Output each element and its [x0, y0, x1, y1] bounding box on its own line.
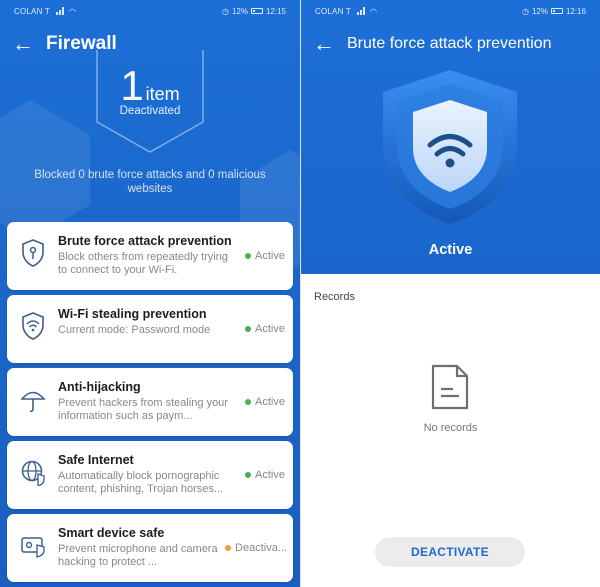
card-title: Brute force attack prevention — [58, 234, 232, 248]
status-label: Active — [255, 396, 285, 408]
empty-document-icon — [431, 364, 469, 410]
clock: 12:16 — [565, 6, 586, 16]
count-status: Deactivated — [119, 105, 181, 117]
status-dot-icon — [245, 472, 252, 478]
status-label: Active — [255, 250, 285, 262]
card-description: Block others from repeatedly trying to c… — [58, 251, 228, 276]
carrier-label: COLAN T — [14, 6, 50, 16]
card-brute-force-attack-prevention[interactable]: Brute force attack prevention Block othe… — [7, 222, 293, 290]
alarm-icon: ◷ — [521, 6, 529, 16]
card-description: Prevent microphone and camera hacking to… — [58, 543, 218, 568]
brute-force-detail-screen: COLAN T ◠ ◷ 12% 12:16 ← Brute force atta… — [301, 0, 600, 587]
status-badge: Active — [245, 469, 285, 481]
deactivate-button[interactable]: DEACTIVATE — [375, 537, 525, 567]
card-title: Anti-hijacking — [58, 380, 141, 394]
records-heading: Records — [314, 291, 355, 303]
umbrella-icon — [21, 391, 45, 413]
signal-icon — [55, 7, 66, 15]
signal-icon — [356, 7, 367, 15]
globe-shield-icon — [21, 460, 45, 486]
wifi-icon: ◠ — [68, 6, 76, 16]
blocked-summary: Blocked 0 brute force attacks and 0 mali… — [34, 169, 266, 195]
count-unit: item — [145, 84, 180, 104]
status-label: Active — [255, 469, 285, 481]
title-bar: ← Brute force attack prevention — [301, 26, 600, 62]
wifi-shield-icon — [383, 70, 517, 224]
card-safe-internet[interactable]: Safe Internet Automatically block pornog… — [7, 441, 293, 509]
card-description: Current mode: Password mode — [58, 324, 211, 336]
status-dot-icon — [245, 326, 252, 332]
card-title: Smart device safe — [58, 526, 165, 540]
status-badge: Active — [245, 396, 285, 408]
status-bar: COLAN T ◠ ◷ 12% 12:15 — [0, 0, 300, 22]
alarm-icon: ◷ — [221, 6, 229, 16]
deactivated-count: 1 item — [0, 62, 300, 110]
wifi-shield-icon — [22, 312, 44, 340]
firewall-screen: COLAN T ◠ ◷ 12% 12:15 ← Firewall 1 item D… — [0, 0, 300, 587]
clock: 12:15 — [265, 6, 286, 16]
status-dot-icon — [245, 253, 252, 259]
status-dot-icon — [225, 545, 232, 551]
status-badge: Deactiva... — [225, 542, 287, 554]
battery-percent: 12% — [231, 6, 248, 16]
device-shield-icon — [21, 537, 45, 558]
battery-icon — [550, 8, 563, 14]
card-anti-hijacking[interactable]: Anti-hijacking Prevent hackers from stea… — [7, 368, 293, 436]
status-bar: COLAN T ◠ ◷ 12% 12:16 — [301, 0, 600, 22]
status-badge: Active — [245, 323, 285, 335]
empty-state-text: No records — [423, 422, 478, 434]
protection-status: Active — [428, 242, 473, 258]
shield-key-icon — [22, 239, 44, 267]
page-title: Brute force attack prevention — [347, 35, 552, 52]
battery-icon — [250, 8, 263, 14]
card-description: Automatically block pornographic content… — [58, 470, 224, 495]
card-title: Safe Internet — [58, 453, 134, 467]
card-smart-device-safe[interactable]: Smart device safe Prevent microphone and… — [7, 514, 293, 582]
card-wifi-stealing-prevention[interactable]: Wi-Fi stealing prevention Current mode: … — [7, 295, 293, 363]
status-label: Active — [255, 323, 285, 335]
battery-percent: 12% — [531, 6, 548, 16]
count-number: 1 — [120, 62, 144, 109]
status-badge: Active — [245, 250, 285, 262]
back-arrow-icon[interactable]: ← — [12, 33, 40, 55]
carrier-label: COLAN T — [315, 6, 351, 16]
wifi-icon: ◠ — [369, 6, 377, 16]
status-dot-icon — [245, 399, 252, 405]
card-description: Prevent hackers from stealing your infor… — [58, 397, 228, 422]
card-title: Wi-Fi stealing prevention — [58, 307, 207, 321]
back-arrow-icon[interactable]: ← — [313, 33, 341, 55]
status-label: Deactiva... — [235, 542, 287, 554]
